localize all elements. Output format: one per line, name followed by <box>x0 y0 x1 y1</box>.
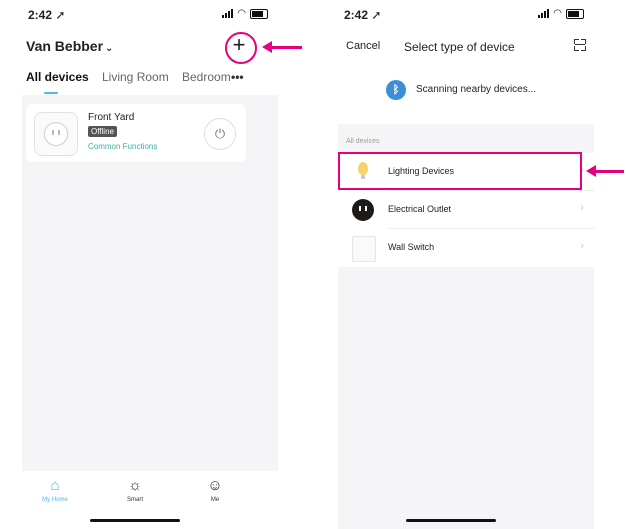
home-name: Van Bebber <box>26 38 104 54</box>
nav-label: Me <box>210 497 220 503</box>
tab-bedroom[interactable]: Bedroom <box>182 70 231 84</box>
location-arrow-icon: ➚ <box>371 8 382 22</box>
signal-icon <box>222 9 234 18</box>
power-button[interactable]: ⏻ <box>204 118 236 150</box>
outlet-device-image <box>34 112 78 156</box>
bluetooth-icon: ᛒ <box>386 80 406 100</box>
chevron-down-icon: ⌄ <box>105 43 114 54</box>
battery-icon <box>566 8 584 19</box>
lighting-highlight <box>338 152 582 190</box>
home-icon: ⌂ <box>50 477 60 494</box>
sun-icon: ☼ <box>128 477 142 494</box>
arrow-left-icon <box>586 165 624 177</box>
wifi-icon: ◠ <box>237 8 246 19</box>
device-type-label: Electrical Outlet <box>388 204 452 214</box>
chevron-right-icon: › <box>580 202 584 214</box>
room-tabs: All devices Living Room Bedroom ••• <box>22 70 278 95</box>
user-icon: ☺ <box>207 477 223 494</box>
nav-my-home[interactable]: ⌂ My Home <box>30 477 80 503</box>
arrow-left-icon <box>262 41 302 53</box>
outlet-icon <box>44 122 68 146</box>
select-device-screen: 2:42 ➚ ◠ Cancel Select type of device ᛒ … <box>338 0 594 529</box>
top-bar: Cancel Select type of device <box>338 30 594 66</box>
wall-switch-icon <box>352 236 376 262</box>
page-title: Select type of device <box>404 40 515 54</box>
power-icon: ⏻ <box>214 126 226 141</box>
home-screen: 2:42 ➚ ◠ Van Bebber ⌄ + All devices Livin… <box>22 0 278 529</box>
device-card[interactable]: Front Yard Offline Common Functions ⏻ <box>26 104 246 162</box>
device-name: Front Yard <box>88 112 135 123</box>
add-button-highlight <box>225 32 257 64</box>
home-indicator <box>406 519 496 522</box>
location-arrow-icon: ➚ <box>55 8 66 22</box>
nav-label: My Home <box>42 497 68 503</box>
scan-status-text: Scanning nearby devices... <box>416 84 537 95</box>
status-badge: Offline <box>88 126 117 137</box>
wifi-icon: ◠ <box>553 8 562 19</box>
section-label: All devices <box>346 138 380 145</box>
active-tab-indicator <box>44 92 58 94</box>
device-type-outlet[interactable]: Electrical Outlet › <box>338 191 594 229</box>
system-icons: ◠ <box>222 8 268 19</box>
bottom-nav: ⌂ My Home ☼ Smart ☺ Me <box>22 471 278 529</box>
device-type-label: Wall Switch <box>388 242 435 252</box>
status-time: 2:42 ➚ <box>28 8 66 22</box>
battery-icon <box>250 8 268 19</box>
bluetooth-scan: ᛒ Scanning nearby devices... <box>338 66 594 124</box>
tab-living-room[interactable]: Living Room <box>102 70 169 84</box>
home-selector[interactable]: Van Bebber ⌄ <box>26 38 113 54</box>
outlet-icon <box>352 199 374 221</box>
tab-all-devices[interactable]: All devices <box>26 70 89 84</box>
scan-qr-icon[interactable] <box>574 39 586 51</box>
status-bar: 2:42 ➚ ◠ <box>22 0 278 30</box>
nav-me[interactable]: ☺ Me <box>190 477 240 503</box>
cancel-button[interactable]: Cancel <box>346 40 380 52</box>
status-time: 2:42 ➚ <box>344 8 382 22</box>
system-icons: ◠ <box>538 8 584 19</box>
signal-icon <box>538 9 550 18</box>
more-tabs-icon[interactable]: ••• <box>231 70 244 84</box>
device-type-wall-switch[interactable]: Wall Switch › <box>338 229 594 267</box>
chevron-right-icon: › <box>580 240 584 252</box>
home-indicator <box>90 519 180 522</box>
status-bar: 2:42 ➚ ◠ <box>338 0 594 30</box>
nav-label: Smart <box>126 497 143 503</box>
nav-smart[interactable]: ☼ Smart <box>110 477 160 503</box>
common-functions-link[interactable]: Common Functions <box>88 142 157 151</box>
